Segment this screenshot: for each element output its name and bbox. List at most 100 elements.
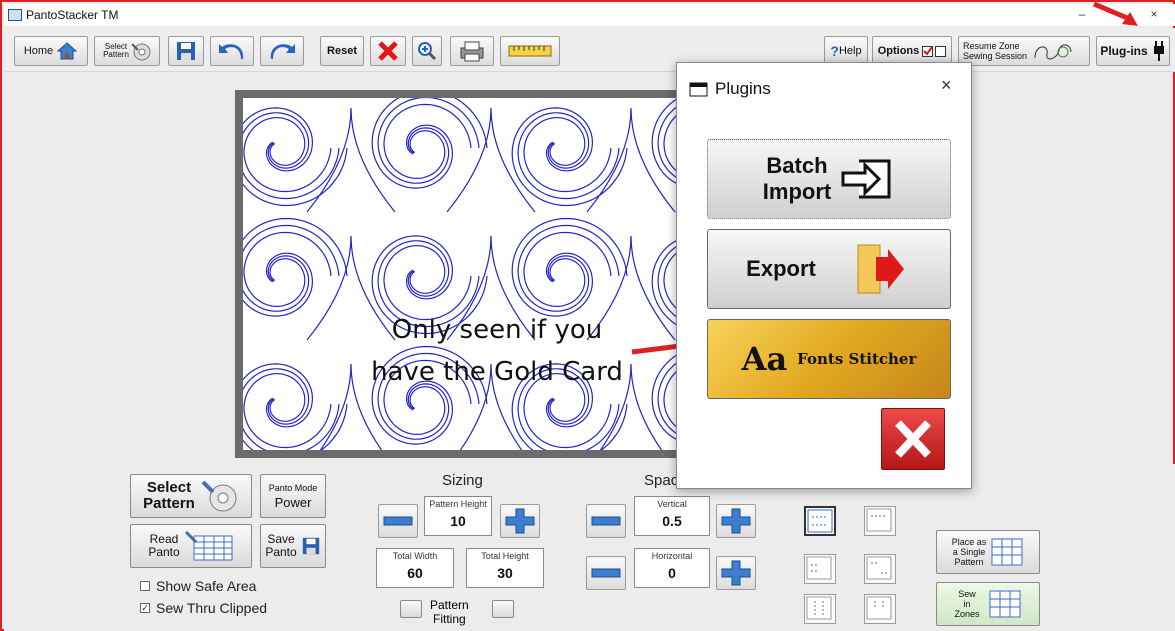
sew-zones-label-3: Zones xyxy=(954,609,980,619)
vertical-decrease-button[interactable] xyxy=(586,504,626,538)
spacing-title: Spac xyxy=(644,472,679,489)
fonts-stitcher-button[interactable]: Aa Fonts Stitcher xyxy=(707,319,951,399)
ruler-icon xyxy=(508,45,552,57)
plus-icon xyxy=(721,508,751,534)
options-label: Options xyxy=(877,45,920,57)
magnifier-icon xyxy=(418,42,437,61)
show-safe-area-label: Show Safe Area xyxy=(156,578,257,594)
total-width-field[interactable]: Total Width 60 xyxy=(376,548,454,588)
measure-button[interactable] xyxy=(500,36,560,66)
save-panto-label-2: Panto xyxy=(265,545,297,559)
vertical-spacing-field[interactable]: Vertical 0.5 xyxy=(634,496,710,536)
plugins-button[interactable]: Plug-ins xyxy=(1096,36,1170,66)
layout-option-5[interactable] xyxy=(804,594,836,624)
pattern-height-field[interactable]: Pattern Height 10 xyxy=(424,496,492,536)
panto-grid-icon xyxy=(184,530,233,561)
grid-dots-icon xyxy=(866,556,892,580)
import-arrow-icon xyxy=(841,159,891,199)
select-pattern-button[interactable]: Select Pattern xyxy=(130,474,252,518)
reset-button[interactable]: Reset xyxy=(320,36,364,66)
help-label: Help xyxy=(838,45,862,57)
title-bar: PantoStacker TM – ▫ × xyxy=(4,4,1175,26)
home-label: Home xyxy=(23,45,54,57)
resume-label-1: Resume Zone xyxy=(963,41,1020,51)
place-label-3: Pattern xyxy=(954,557,984,567)
batch-import-button[interactable]: Batch Import xyxy=(707,139,951,219)
sew-thru-clipped-checkbox[interactable]: ✓ Sew Thru Clipped xyxy=(140,600,267,616)
pattern-fitting-right-button[interactable] xyxy=(492,600,514,618)
bottom-panel: Select Pattern Panto Mode Power Read Panto… xyxy=(4,464,1175,631)
total-height-label: Total Height xyxy=(481,551,529,561)
pattern-canvas-frame xyxy=(235,90,695,458)
horizontal-spacing-field[interactable]: Horizontal 0 xyxy=(634,548,710,588)
plugins-label: Plug-ins xyxy=(1100,44,1148,58)
vertical-value: 0.5 xyxy=(662,513,682,529)
swirl-pattern-icon xyxy=(243,98,687,450)
select-pattern-toolbar-button[interactable]: Select Pattern xyxy=(94,36,160,66)
height-increase-button[interactable] xyxy=(500,504,540,538)
sew-zones-label-1: Sew xyxy=(958,589,976,599)
save-panto-button[interactable]: Save Panto xyxy=(260,524,326,568)
resume-label-2: Sewing Session xyxy=(963,51,1028,61)
vertical-increase-button[interactable] xyxy=(716,504,756,538)
close-x-icon xyxy=(895,420,931,458)
dialog-cancel-button[interactable] xyxy=(881,408,945,470)
redo-button[interactable] xyxy=(260,36,304,66)
plug-icon xyxy=(1153,41,1164,61)
layout-option-2[interactable] xyxy=(864,506,896,536)
place-single-pattern-button[interactable]: Place as a Single Pattern xyxy=(936,530,1040,574)
export-button[interactable]: Export xyxy=(707,229,951,309)
vertical-label: Vertical xyxy=(657,499,687,509)
sew-thru-clipped-label: Sew Thru Clipped xyxy=(156,600,268,616)
delete-button[interactable] xyxy=(370,36,406,66)
red-x-icon xyxy=(378,41,398,61)
zoom-button[interactable] xyxy=(412,36,442,66)
height-decrease-button[interactable] xyxy=(378,504,418,538)
layout-option-4[interactable] xyxy=(864,554,896,584)
grid-dots-icon xyxy=(866,508,892,532)
layout-option-3[interactable] xyxy=(804,554,836,584)
toolbar: Home Select Pattern Reset ? Help Options… xyxy=(4,28,1175,72)
resume-zone-session-button[interactable]: Resume Zone Sewing Session xyxy=(958,36,1090,66)
pattern-fitting-left-button[interactable] xyxy=(400,600,422,618)
horizontal-decrease-button[interactable] xyxy=(586,556,626,590)
batch-label: Batch xyxy=(766,153,828,178)
undo-button[interactable] xyxy=(210,36,254,66)
panto-mode-label: Panto Mode xyxy=(268,482,318,493)
total-width-label: Total Width xyxy=(392,551,438,561)
checkbox-empty-icon xyxy=(935,45,947,57)
aa-icon: Aa xyxy=(741,340,788,378)
panto-mode-button[interactable]: Panto Mode Power xyxy=(260,474,326,518)
read-panto-button[interactable]: Read Panto xyxy=(130,524,252,568)
layout-option-6[interactable] xyxy=(864,594,896,624)
pattern-fitting-label-1: Pattern xyxy=(430,598,469,612)
pattern-canvas[interactable] xyxy=(243,98,687,450)
panto-grid-icon xyxy=(989,590,1020,618)
save-button[interactable] xyxy=(168,36,204,66)
layout-option-1[interactable] xyxy=(804,506,836,536)
place-label-1: Place as xyxy=(951,537,987,547)
select-pattern-label-1: Select xyxy=(146,479,192,496)
show-safe-area-checkbox[interactable]: Show Safe Area xyxy=(140,578,256,594)
floppy-icon xyxy=(302,537,319,555)
print-button[interactable] xyxy=(450,36,494,66)
help-q-icon: ? xyxy=(830,43,839,59)
grid-dots-icon xyxy=(807,509,833,533)
plugins-dialog: Plugins × Batch Import Export Aa Fonts S… xyxy=(676,62,972,489)
window-icon xyxy=(689,82,708,97)
dialog-close-button[interactable]: × xyxy=(941,75,952,96)
horizontal-increase-button[interactable] xyxy=(716,556,756,590)
grid-dots-icon xyxy=(806,596,832,620)
export-label: Export xyxy=(746,256,816,281)
pattern-label: Pattern xyxy=(103,50,129,59)
annotation-line-1: Only seen if you xyxy=(391,315,603,345)
pattern-fitting-label-2: Fitting xyxy=(433,612,466,626)
fonts-stitcher-label: Fonts Stitcher xyxy=(797,350,917,368)
pattern-height-label: Pattern Height xyxy=(429,499,487,509)
horizontal-label: Horizontal xyxy=(651,551,693,561)
sew-in-zones-button[interactable]: Sew in Zones xyxy=(936,582,1040,626)
app-icon xyxy=(8,9,22,21)
home-button[interactable]: Home xyxy=(14,36,88,66)
annotation-arrow-top-icon xyxy=(1093,2,1138,26)
total-height-field[interactable]: Total Height 30 xyxy=(466,548,544,588)
